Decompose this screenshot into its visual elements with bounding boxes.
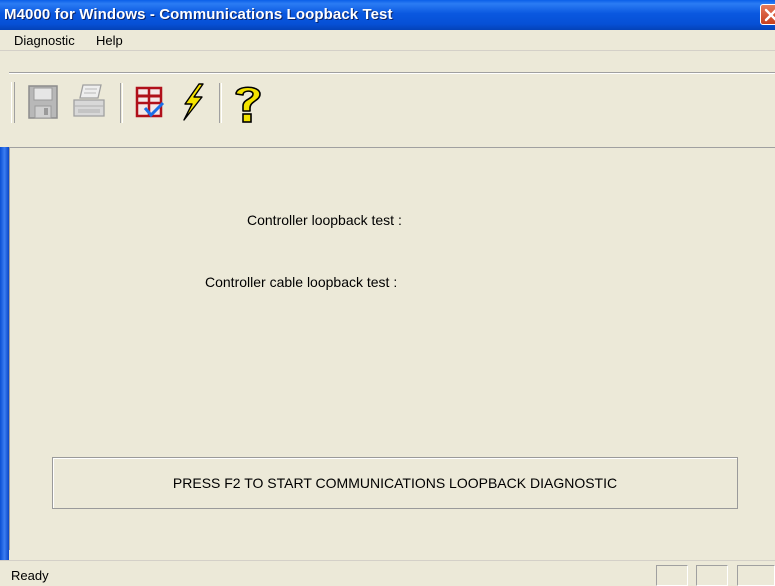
status-panel: [696, 565, 728, 586]
menu-help[interactable]: Help: [96, 33, 123, 48]
status-panel: [737, 565, 775, 586]
instruction-text: PRESS F2 TO START COMMUNICATIONS LOOPBAC…: [172, 475, 618, 491]
toolbar-separator: [219, 83, 222, 123]
cable-loopback-label: Controller cable loopback test :: [205, 274, 398, 290]
print-icon: [73, 84, 105, 117]
help-icon: [235, 86, 261, 123]
lightning-icon: [183, 83, 204, 121]
toolbar-area: [0, 51, 775, 147]
toolbar-grip[interactable]: [11, 82, 15, 123]
help-button[interactable]: [228, 82, 268, 126]
toolbar-separator: [120, 83, 123, 123]
status-text: Ready: [11, 568, 49, 583]
checklist-icon: [135, 86, 165, 118]
controller-loopback-label: Controller loopback test :: [247, 212, 402, 228]
run-test-button[interactable]: [175, 82, 215, 126]
menu-diagnostic[interactable]: Diagnostic: [14, 33, 75, 48]
print-button[interactable]: [69, 82, 109, 126]
title-bar[interactable]: M4000 for Windows - Communications Loopb…: [0, 0, 775, 30]
close-button[interactable]: [760, 4, 775, 25]
window-title: M4000 for Windows - Communications Loopb…: [4, 6, 393, 23]
toolbar: [9, 79, 775, 124]
save-button[interactable]: [25, 82, 65, 126]
status-bar: Ready: [0, 560, 775, 586]
status-panel: [656, 565, 688, 586]
save-icon: [28, 85, 58, 119]
close-icon: [764, 8, 775, 22]
menu-bar: Diagnostic Help: [0, 30, 775, 51]
app-window: M4000 for Windows - Communications Loopb…: [0, 0, 775, 586]
checklist-button[interactable]: [131, 82, 171, 126]
instruction-panel: PRESS F2 TO START COMMUNICATIONS LOOPBAC…: [52, 457, 738, 509]
